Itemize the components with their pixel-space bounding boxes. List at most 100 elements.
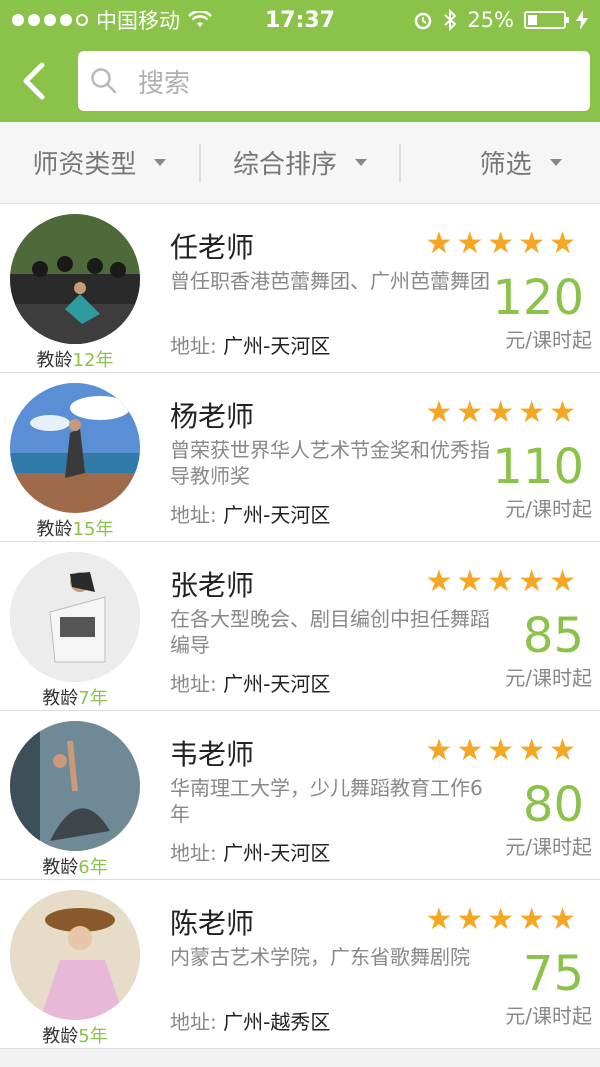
teacher-avatar	[10, 552, 140, 682]
teacher-address: 地址: 广州-天河区	[170, 503, 331, 527]
teacher-address: 地址: 广州-天河区	[170, 841, 331, 865]
teacher-address: 地址: 广州-天河区	[170, 334, 331, 358]
teacher-description: 内蒙古艺术学院，广东省歌舞剧院	[170, 945, 470, 969]
filter-sort[interactable]: 综合排序	[201, 144, 400, 181]
teacher-row[interactable]: 教龄5年 陈老师 内蒙古艺术学院，广东省歌舞剧院 地址: 广州-越秀区 ★ ★ ★ ★…	[0, 880, 600, 1049]
star-icon: ★	[487, 564, 515, 599]
teacher-row[interactable]: 教龄12年 任老师 曾任职香港芭蕾舞团、广州芭蕾舞团 地址: 广州-天河区 ★ ★…	[0, 204, 600, 373]
star-icon: ★	[456, 226, 484, 261]
alarm-icon	[415, 12, 432, 30]
star-icon: ★	[425, 733, 453, 768]
price: 75	[522, 946, 584, 1002]
battery-icon	[524, 11, 569, 29]
price-unit: 元/课时起	[505, 497, 592, 521]
teaching-experience: 教龄7年	[42, 688, 108, 709]
star-icon: ★	[518, 564, 546, 599]
wifi-icon	[188, 11, 212, 27]
teacher-avatar	[10, 721, 140, 851]
teacher-avatar	[10, 890, 140, 1020]
signal-strength-icon	[12, 14, 88, 26]
charging-icon	[576, 10, 588, 30]
price: 85	[522, 608, 584, 664]
search-icon	[91, 68, 117, 94]
carrier-label: 中国移动	[96, 9, 180, 33]
price-unit: 元/课时起	[505, 666, 592, 690]
star-icon: ★	[456, 395, 484, 430]
star-icon: ★	[425, 564, 453, 599]
star-icon: ★	[518, 733, 546, 768]
status-time: 17:37	[264, 7, 336, 33]
star-icon: ★	[456, 564, 484, 599]
price: 110	[492, 439, 584, 495]
teacher-row[interactable]: 教龄6年 韦老师 华南理工大学，少儿舞蹈教育工作6年 地址: 广州-天河区 ★ ★…	[0, 711, 600, 880]
teacher-row[interactable]: 教龄7年 张老师 在各大型晚会、剧目编创中担任舞蹈编导 地址: 广州-天河区 ★…	[0, 542, 600, 711]
avatar-column: 教龄6年	[0, 711, 150, 879]
filter-screen[interactable]: 筛选	[401, 144, 600, 181]
status-left: 中国移动	[12, 5, 212, 35]
filter-label: 师资类型	[32, 150, 137, 180]
avatar-column: 教龄5年	[0, 880, 150, 1048]
search-input[interactable]: 搜索	[78, 51, 590, 111]
teacher-avatar	[10, 214, 140, 344]
star-icon: ★	[487, 902, 515, 937]
status-right: 25%	[413, 8, 588, 32]
price: 120	[492, 270, 584, 326]
teacher-description: 曾荣获世界华人艺术节金奖和优秀指导教师奖	[170, 438, 490, 488]
star-icon: ★	[549, 226, 576, 261]
star-icon: ★	[456, 733, 484, 768]
bluetooth-icon	[444, 9, 457, 31]
battery-percent: 25%	[467, 8, 514, 32]
star-icon: ★	[549, 902, 576, 937]
teacher-description: 华南理工大学，少儿舞蹈教育工作6年	[170, 776, 483, 826]
teacher-row[interactable]: 教龄15年 杨老师 曾荣获世界华人艺术节金奖和优秀指导教师奖 地址: 广州-天河…	[0, 373, 600, 542]
star-icon: ★	[456, 902, 484, 937]
avatar-column: 教龄12年	[0, 204, 150, 372]
star-icon: ★	[425, 395, 453, 430]
teacher-list: 教龄12年 任老师 曾任职香港芭蕾舞团、广州芭蕾舞团 地址: 广州-天河区 ★ ★…	[0, 204, 600, 1049]
teaching-experience: 教龄12年	[36, 350, 114, 371]
caret-down-icon	[154, 159, 167, 166]
filter-label: 筛选	[479, 150, 532, 180]
teacher-address: 地址: 广州-天河区	[170, 672, 331, 696]
teaching-experience: 教龄15年	[36, 519, 114, 540]
star-icon: ★	[518, 395, 546, 430]
teacher-description: 曾任职香港芭蕾舞团、广州芭蕾舞团	[170, 269, 490, 293]
rating-stars: ★ ★ ★ ★ ★	[425, 905, 576, 935]
caret-down-icon	[549, 159, 562, 166]
star-icon: ★	[425, 226, 453, 261]
filter-bar: 师资类型 综合排序 筛选	[0, 122, 600, 204]
price-unit: 元/课时起	[505, 1004, 592, 1028]
star-icon: ★	[549, 733, 576, 768]
nav-bar: 搜索	[0, 40, 600, 122]
rating-stars: ★ ★ ★ ★ ★	[425, 398, 576, 428]
teacher-avatar	[10, 383, 140, 513]
avatar-column: 教龄15年	[0, 373, 150, 541]
status-bar: 中国移动 17:37 25%	[0, 0, 600, 40]
caret-down-icon	[355, 159, 368, 166]
filter-teacher-type[interactable]: 师资类型	[0, 144, 199, 181]
price-unit: 元/课时起	[505, 835, 592, 859]
star-icon: ★	[549, 564, 576, 599]
star-icon: ★	[518, 226, 546, 261]
star-icon: ★	[549, 395, 576, 430]
rating-stars: ★ ★ ★ ★ ★	[425, 736, 576, 766]
price: 80	[522, 777, 584, 833]
star-icon: ★	[487, 395, 515, 430]
teacher-description: 在各大型晚会、剧目编创中担任舞蹈编导	[170, 607, 490, 657]
star-icon: ★	[487, 733, 515, 768]
avatar-column: 教龄7年	[0, 542, 150, 710]
rating-stars: ★ ★ ★ ★ ★	[425, 567, 576, 597]
star-icon: ★	[487, 226, 515, 261]
star-icon: ★	[425, 902, 453, 937]
back-button[interactable]	[18, 51, 78, 111]
teaching-experience: 教龄6年	[42, 857, 108, 878]
teacher-address: 地址: 广州-越秀区	[170, 1010, 331, 1034]
price-unit: 元/课时起	[505, 328, 592, 352]
filter-label: 综合排序	[233, 150, 338, 180]
teaching-experience: 教龄5年	[42, 1026, 108, 1047]
search-placeholder: 搜索	[138, 68, 191, 99]
rating-stars: ★ ★ ★ ★ ★	[425, 229, 576, 259]
star-icon: ★	[518, 902, 546, 937]
battery-level	[528, 15, 537, 25]
chevron-left-icon	[23, 62, 45, 100]
